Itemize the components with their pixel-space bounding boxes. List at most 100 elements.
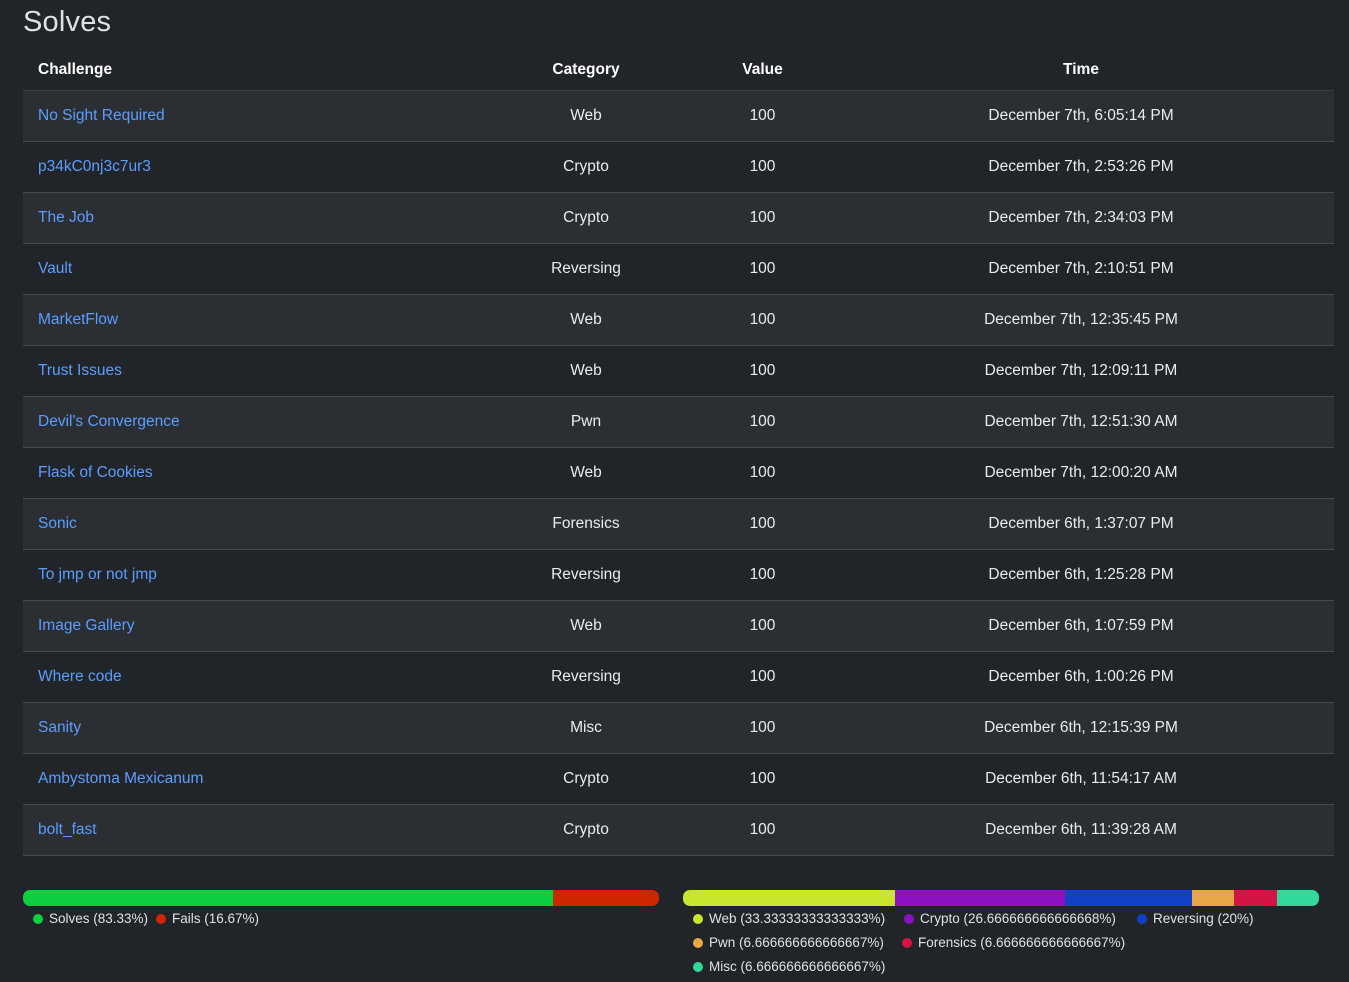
table-row: No Sight Required Web 100 December 7th, 6:0… (23, 90, 1334, 142)
legend-label: Crypto (26.666666666666668%) (920, 911, 1116, 926)
cell-time: December 7th, 2:53:26 PM (828, 141, 1334, 193)
legend-item-web[interactable]: Web (33.33333333333333%) (693, 911, 885, 926)
cell-category: Crypto (475, 804, 697, 856)
challenge-link[interactable]: No Sight Required (38, 107, 165, 124)
cell-category: Forensics (475, 498, 697, 550)
cell-time: December 7th, 2:10:51 PM (828, 243, 1334, 295)
cell-category: Web (475, 90, 697, 142)
legend-item-fails[interactable]: Fails (16.67%) (156, 911, 259, 926)
legend-label: Forensics (6.666666666666667%) (918, 935, 1126, 950)
header-challenge: Challenge (23, 49, 475, 91)
legend-item-pwn[interactable]: Pwn (6.666666666666667%) (693, 935, 884, 950)
table-row: Devil's Convergence Pwn 100 December 7th, 1… (23, 396, 1334, 448)
cell-category: Reversing (475, 549, 697, 601)
challenge-link[interactable]: Trust Issues (38, 362, 122, 379)
cell-challenge: No Sight Required (23, 90, 475, 142)
table-row: bolt_fast Crypto 100 December 6th, 11:39:28… (23, 804, 1334, 856)
cell-value: 100 (697, 294, 828, 346)
challenge-link[interactable]: MarketFlow (38, 311, 118, 328)
challenge-link[interactable]: Devil's Convergence (38, 413, 180, 430)
bar-segment-forensics (1234, 890, 1277, 906)
legend-item-forensics[interactable]: Forensics (6.666666666666667%) (902, 935, 1125, 950)
table-row: Flask of Cookies Web 100 December 7th, 12:0… (23, 447, 1334, 499)
table-row: Sanity Misc 100 December 6th, 12:15:39 PM (23, 702, 1334, 754)
cell-category: Web (475, 600, 697, 652)
cell-challenge: Flask of Cookies (23, 447, 475, 499)
cell-category: Crypto (475, 753, 697, 805)
cell-category: Web (475, 294, 697, 346)
legend-dot-icon (902, 937, 912, 948)
table-body: No Sight Required Web 100 December 7th, 6:0… (23, 90, 1334, 856)
cell-value: 100 (697, 753, 828, 805)
cell-time: December 7th, 12:51:30 AM (828, 396, 1334, 448)
cell-value: 100 (697, 804, 828, 856)
cell-time: December 7th, 12:09:11 PM (828, 345, 1334, 397)
solves-table: Challenge Category Value Time No Sight R… (23, 49, 1334, 856)
cell-time: December 6th, 11:39:28 AM (828, 804, 1334, 856)
table-header: Challenge Category Value Time (23, 49, 1334, 91)
cell-value: 100 (697, 651, 828, 703)
challenge-link[interactable]: Ambystoma Mexicanum (38, 770, 203, 787)
table-row: Ambystoma Mexicanum Crypto 100 December 6th… (23, 753, 1334, 805)
legend-dot-icon (1137, 913, 1147, 924)
challenge-link[interactable]: p34kC0nj3c7ur3 (38, 158, 151, 175)
cell-category: Crypto (475, 192, 697, 244)
challenge-link[interactable]: Flask of Cookies (38, 464, 153, 481)
table-row: p34kC0nj3c7ur3 Crypto 100 December 7th, 2:5… (23, 141, 1334, 193)
bar-segment-solves (23, 890, 553, 906)
cell-challenge: To jmp or not jmp (23, 549, 475, 601)
legend-dot-icon (693, 913, 703, 924)
cell-time: December 6th, 1:37:07 PM (828, 498, 1334, 550)
legend-dot-icon (156, 913, 166, 924)
category-breakdown-bar (683, 890, 1319, 906)
cell-value: 100 (697, 141, 828, 193)
cell-time: December 6th, 11:54:17 AM (828, 753, 1334, 805)
cell-time: December 7th, 12:35:45 PM (828, 294, 1334, 346)
challenge-link[interactable]: Sonic (38, 515, 77, 532)
page-title: Solves (23, 6, 112, 38)
challenge-link[interactable]: Image Gallery (38, 617, 134, 634)
legend-label: Fails (16.67%) (172, 911, 260, 926)
cell-challenge: Ambystoma Mexicanum (23, 753, 475, 805)
legend-dot-icon (904, 913, 914, 924)
cell-challenge: Vault (23, 243, 475, 295)
cell-time: December 6th, 12:15:39 PM (828, 702, 1334, 754)
bar-segment-reversing (1064, 890, 1192, 906)
table-row: Vault Reversing 100 December 7th, 2:10:51 P… (23, 243, 1334, 295)
cell-challenge: MarketFlow (23, 294, 475, 346)
solve-percentage-bar (23, 890, 659, 906)
table-row: Image Gallery Web 100 December 6th, 1:07:59… (23, 600, 1334, 652)
legend-item-misc[interactable]: Misc (6.666666666666667%) (693, 959, 885, 974)
cell-category: Reversing (475, 651, 697, 703)
header-category: Category (475, 49, 697, 91)
bar-segment-crypto (895, 890, 1065, 906)
cell-value: 100 (697, 90, 828, 142)
bar-segment-pwn (1191, 890, 1235, 906)
challenge-link[interactable]: The Job (38, 209, 94, 226)
cell-time: December 7th, 2:34:03 PM (828, 192, 1334, 244)
header-row: Challenge Category Value Time (23, 49, 1334, 91)
challenge-link[interactable]: Sanity (38, 719, 81, 736)
cell-time: December 7th, 6:05:14 PM (828, 90, 1334, 142)
table-row: The Job Crypto 100 December 7th, 2:34:03 PM (23, 192, 1334, 244)
legend-dot-icon (33, 913, 43, 924)
challenge-link[interactable]: To jmp or not jmp (38, 566, 157, 583)
cell-value: 100 (697, 192, 828, 244)
challenge-link[interactable]: bolt_fast (38, 821, 97, 838)
challenge-link[interactable]: Where code (38, 668, 122, 685)
legend-item-crypto[interactable]: Crypto (26.666666666666668%) (904, 911, 1116, 926)
legend-item-reversing[interactable]: Reversing (20%) (1137, 911, 1254, 926)
cell-category: Web (475, 447, 697, 499)
cell-value: 100 (697, 447, 828, 499)
cell-value: 100 (697, 702, 828, 754)
cell-value: 100 (697, 600, 828, 652)
cell-challenge: Devil's Convergence (23, 396, 475, 448)
challenge-link[interactable]: Vault (38, 260, 72, 277)
legend-item-solves[interactable]: Solves (83.33%) (33, 911, 148, 926)
cell-challenge: The Job (23, 192, 475, 244)
cell-category: Web (475, 345, 697, 397)
cell-challenge: p34kC0nj3c7ur3 (23, 141, 475, 193)
header-value: Value (697, 49, 828, 91)
cell-time: December 6th, 1:25:28 PM (828, 549, 1334, 601)
cell-challenge: Sonic (23, 498, 475, 550)
